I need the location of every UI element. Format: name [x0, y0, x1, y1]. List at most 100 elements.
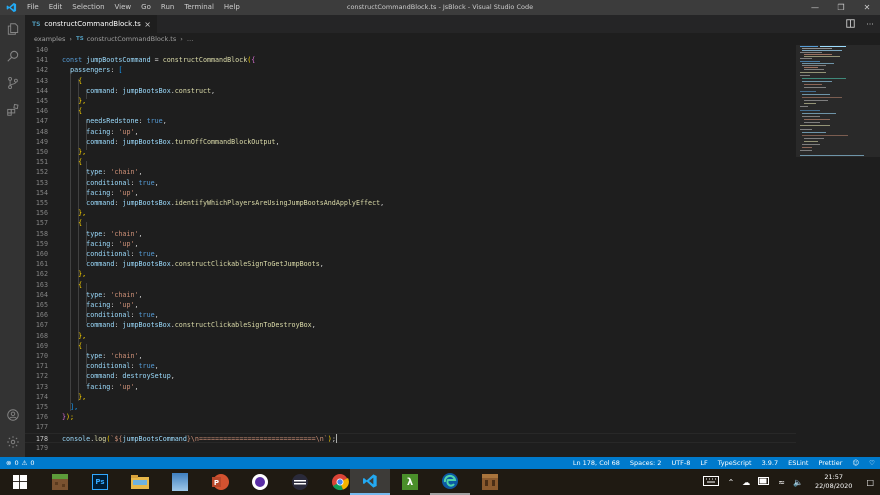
battery-icon[interactable]	[754, 477, 774, 487]
chevron-up-icon[interactable]: ⌃	[724, 478, 739, 487]
menu-run[interactable]: Run	[156, 0, 179, 15]
code-line: 156 },	[25, 208, 796, 218]
warning-count: 0	[30, 459, 35, 467]
line-number: 168	[35, 331, 48, 340]
powerpoint-icon[interactable]: P	[200, 469, 240, 495]
minimap-line	[802, 65, 826, 66]
source-control-icon[interactable]	[0, 71, 25, 95]
tab-label: constructCommandBlock.ts	[44, 20, 141, 28]
vscode-logo-icon[interactable]	[0, 0, 22, 15]
menu-selection[interactable]: Selection	[67, 0, 109, 15]
typescript-version[interactable]: 3.9.7	[757, 459, 784, 467]
app-icon[interactable]	[160, 469, 200, 495]
tab-bar: TS constructCommandBlock.ts × ···	[25, 15, 880, 33]
media-app-icon[interactable]	[240, 469, 280, 495]
minimap-line	[802, 78, 846, 79]
code-line: 166 conditional: true,	[25, 310, 796, 320]
lambda-app-icon[interactable]: λ	[390, 469, 430, 495]
minimap-line	[800, 129, 812, 130]
typescript-file-icon: TS	[75, 36, 84, 42]
minimap-line	[804, 69, 824, 70]
menu-go[interactable]: Go	[136, 0, 156, 15]
clock[interactable]: 21:57 22/08/2020	[807, 473, 860, 491]
minimap[interactable]	[796, 45, 880, 457]
tab-close-icon[interactable]: ×	[144, 20, 151, 29]
line-number: 170	[35, 352, 48, 360]
wifi-icon[interactable]: ≈	[774, 478, 789, 487]
breadcrumb-symbol[interactable]: …	[187, 35, 194, 43]
menu-terminal[interactable]: Terminal	[179, 0, 219, 15]
notifications-bell-icon[interactable]: ♡	[864, 459, 880, 467]
code-line: 150 },	[25, 147, 796, 157]
code-line: 140	[25, 45, 796, 55]
problems-indicator[interactable]: ⊗ 0 ⚠ 0	[0, 459, 35, 467]
minimap-line	[804, 138, 824, 139]
code-line: 161 command: jumpBootsBox.constructClick…	[25, 259, 796, 269]
breadcrumb-file[interactable]: constructCommandBlock.ts	[87, 35, 177, 43]
code-text: type: 'chain',	[86, 352, 143, 360]
volume-icon[interactable]: 🔈	[789, 478, 807, 487]
indentation[interactable]: Spaces: 2	[625, 459, 667, 467]
onedrive-icon[interactable]: ☁	[738, 478, 754, 487]
menu-edit[interactable]: Edit	[44, 0, 68, 15]
extensions-icon[interactable]	[0, 98, 25, 122]
line-number: 165	[35, 301, 48, 309]
code-line: 175 ],	[25, 402, 796, 412]
menu-help[interactable]: Help	[219, 0, 245, 15]
restore-icon[interactable]: ❐	[828, 0, 854, 15]
language-mode[interactable]: TypeScript	[713, 459, 757, 467]
windows-start-icon[interactable]	[0, 469, 40, 495]
code-line: 174 },	[25, 392, 796, 402]
minimap-line	[800, 125, 830, 126]
encoding[interactable]: UTF-8	[666, 459, 695, 467]
photoshop-icon[interactable]: Ps	[80, 469, 120, 495]
notification-center-icon[interactable]: □	[860, 478, 880, 487]
feedback-icon[interactable]: ☺	[847, 459, 864, 467]
crafting-table-icon[interactable]	[470, 469, 510, 495]
code-editor[interactable]: 140 141 const jumpBootsCommand = construc…	[25, 45, 796, 457]
settings-gear-icon[interactable]	[0, 430, 25, 454]
explorer-icon[interactable]	[0, 17, 25, 41]
menu-view[interactable]: View	[110, 0, 137, 15]
code-text: conditional: true,	[86, 250, 159, 258]
split-editor-icon[interactable]	[840, 18, 860, 30]
minimize-icon[interactable]: —	[802, 0, 828, 15]
menu-file[interactable]: File	[22, 0, 44, 15]
line-number: 144	[35, 86, 48, 95]
code-text: command: destroySetup,	[86, 372, 175, 381]
line-number: 155	[35, 199, 48, 207]
tab-constructcommandblock[interactable]: TS constructCommandBlock.ts ×	[25, 15, 157, 33]
end-of-line[interactable]: LF	[695, 459, 712, 467]
code-text: command: jumpBootsBox.constructClickable…	[86, 260, 324, 269]
minimap-line	[800, 52, 822, 53]
minimap-line	[804, 56, 840, 57]
more-actions-icon[interactable]: ···	[860, 20, 880, 29]
line-number: 142	[35, 66, 48, 75]
breadcrumb-folder[interactable]: examples	[34, 35, 65, 43]
close-icon[interactable]: ✕	[854, 0, 880, 15]
code-text: passengers: [	[70, 66, 123, 75]
line-number: 176	[35, 413, 48, 422]
edge-icon[interactable]	[430, 469, 470, 495]
prettier-status[interactable]: Prettier	[813, 459, 847, 467]
code-text: },	[78, 331, 87, 340]
accounts-icon[interactable]	[0, 403, 25, 427]
svg-text:P: P	[214, 479, 219, 487]
line-number: 166	[35, 311, 48, 320]
activity-bar	[0, 15, 25, 457]
minecraft-icon[interactable]	[40, 469, 80, 495]
minimap-line	[804, 87, 826, 88]
minimap-line	[804, 84, 822, 85]
minimap-line	[802, 116, 820, 117]
cursor-position[interactable]: Ln 178, Col 68	[568, 459, 625, 467]
windows-taskbar: Ps P λ ⌃ ☁ ≈ 🔈 21:57 22/08/2020 □	[0, 469, 880, 495]
search-icon[interactable]	[0, 44, 25, 68]
eslint-status[interactable]: ESLint	[783, 459, 813, 467]
file-explorer-icon[interactable]	[120, 469, 160, 495]
minimap-line	[800, 155, 864, 156]
vscode-taskbar-icon[interactable]	[350, 469, 390, 495]
line-number: 173	[35, 382, 48, 391]
app-icon[interactable]	[280, 469, 320, 495]
code-text: command: jumpBootsBox.identifyWhichPlaye…	[86, 199, 385, 207]
keyboard-icon[interactable]	[698, 476, 724, 488]
